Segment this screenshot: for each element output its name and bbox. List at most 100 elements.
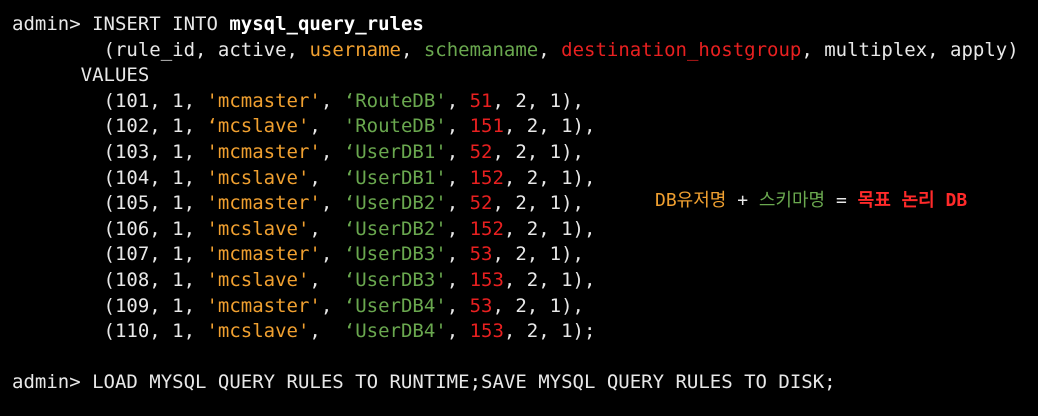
row-suffix: , 2, 1), xyxy=(492,294,584,317)
row-hostgroup: 151 xyxy=(469,115,504,138)
annotation-target-db: 목표 논리 DB xyxy=(857,190,968,211)
row-suffix: , 2, 1); xyxy=(503,320,596,343)
row-hostgroup: 152 xyxy=(469,166,504,189)
row-separator: , xyxy=(309,166,344,189)
row-separator: , xyxy=(446,166,470,189)
row-suffix: , 2, 1), xyxy=(503,166,596,189)
row-separator: , xyxy=(446,294,470,317)
row-username: 'mcslave' xyxy=(206,268,310,291)
column-destination-hostgroup: destination_hostgroup xyxy=(561,38,802,61)
values-row: (108, 1, 'mcslave', ‘UserDB3', 153, 2, 1… xyxy=(12,268,1032,294)
row-schemaname: 'RouteDB' xyxy=(343,115,447,138)
row-separator: , xyxy=(320,192,344,215)
row-suffix: , 2, 1), xyxy=(492,89,584,112)
row-schemaname: ‘UserDB1' xyxy=(343,166,447,189)
column-list-start: rule_id, active, xyxy=(114,38,310,61)
row-username: 'mcslave' xyxy=(206,166,310,189)
row-separator: , xyxy=(320,294,344,317)
row-separator: , xyxy=(446,268,470,291)
annotation-db-user: DB유저명 xyxy=(655,190,727,211)
row-schemaname: ‘UserDB2' xyxy=(343,217,447,240)
separator: , xyxy=(400,38,424,61)
row-separator: , xyxy=(320,89,344,112)
row-prefix: (105, 1, xyxy=(12,192,207,215)
load-command-line: admin> LOAD MYSQL QUERY RULES TO RUNTIME… xyxy=(12,370,1032,396)
annotation-plus: + xyxy=(726,190,759,211)
row-hostgroup: 52 xyxy=(469,140,493,163)
row-hostgroup: 51 xyxy=(469,89,493,112)
columns-line: (rule_id, active, username, schemaname , … xyxy=(12,38,1032,64)
column-username: username xyxy=(309,38,401,61)
row-separator: , xyxy=(320,140,344,163)
row-separator: , xyxy=(446,89,470,112)
row-separator: , xyxy=(446,115,470,138)
row-username: 'mcslave' xyxy=(206,320,310,343)
row-prefix: (102, 1, xyxy=(12,115,207,138)
values-row: (103, 1, 'mcmaster', ‘UserDB1', 52, 2, 1… xyxy=(12,140,1032,166)
row-hostgroup: 53 xyxy=(469,294,493,317)
prompt: admin> xyxy=(12,371,93,394)
row-separator: , xyxy=(446,320,470,343)
row-suffix: , 2, 1), xyxy=(492,243,584,266)
separator: , xyxy=(538,38,562,61)
column-schemaname: schemaname xyxy=(423,38,539,61)
row-separator: , xyxy=(309,268,344,291)
row-hostgroup: 153 xyxy=(469,320,504,343)
column-list-end: , multiplex, apply) xyxy=(801,38,1019,61)
row-schemaname: ‘UserDB3' xyxy=(343,243,447,266)
row-separator: , xyxy=(446,217,470,240)
row-prefix: (103, 1, xyxy=(12,140,207,163)
row-separator: , xyxy=(446,140,470,163)
row-separator: , xyxy=(309,320,344,343)
row-schemaname: ‘UserDB4' xyxy=(343,320,447,343)
load-save-command: LOAD MYSQL QUERY RULES TO RUNTIME;SAVE M… xyxy=(92,371,836,394)
row-prefix: (110, 1, xyxy=(12,320,207,343)
row-schemaname: ‘RouteDB' xyxy=(343,89,447,112)
row-suffix: , 2, 1), xyxy=(492,140,584,163)
row-schemaname: ‘UserDB2' xyxy=(343,192,447,215)
row-hostgroup: 152 xyxy=(469,217,504,240)
row-prefix: (107, 1, xyxy=(12,243,207,266)
values-row: (110, 1, 'mcslave', ‘UserDB4', 153, 2, 1… xyxy=(12,319,1032,345)
row-suffix: , 2, 1), xyxy=(503,268,596,291)
annotation-equals: = xyxy=(825,190,858,211)
values-row: (106, 1, 'mcslave', ‘UserDB2', 152, 2, 1… xyxy=(12,217,1032,243)
row-prefix: (104, 1, xyxy=(12,166,207,189)
row-separator: , xyxy=(309,115,344,138)
values-row: (107, 1, 'mcmaster', ‘UserDB3', 53, 2, 1… xyxy=(12,242,1032,268)
row-prefix: (109, 1, xyxy=(12,294,207,317)
row-suffix: , 2, 1), xyxy=(503,115,596,138)
row-schemaname: ‘UserDB1' xyxy=(343,140,447,163)
row-username: 'mcmaster' xyxy=(206,140,321,163)
row-username: 'mcmaster' xyxy=(206,243,321,266)
row-suffix: , 2, 1), xyxy=(503,217,596,240)
row-username: 'mcslave' xyxy=(206,217,310,240)
paren: ( xyxy=(103,38,115,61)
row-separator: , xyxy=(320,243,344,266)
table-name: mysql_query_rules xyxy=(229,13,424,35)
values-rows: (101, 1, 'mcmaster', ‘RouteDB', 51, 2, 1… xyxy=(12,89,1032,345)
row-username: 'mcmaster' xyxy=(206,89,321,112)
row-username: 'mcmaster' xyxy=(206,294,321,317)
annotation-formula: DB유저명 + 스키마명 = 목표 논리 DB xyxy=(655,188,967,214)
row-prefix: (106, 1, xyxy=(12,217,207,240)
prompt: admin> xyxy=(12,13,93,35)
insert-command-line: admin> INSERT INTO mysql_query_rules xyxy=(12,12,1032,38)
row-prefix: (108, 1, xyxy=(12,268,207,291)
row-hostgroup: 153 xyxy=(469,268,504,291)
row-separator: , xyxy=(446,243,470,266)
values-row: (101, 1, 'mcmaster', ‘RouteDB', 51, 2, 1… xyxy=(12,89,1032,115)
annotation-schema-name: 스키마명 xyxy=(758,190,826,211)
row-username: 'mcmaster' xyxy=(206,192,321,215)
row-schemaname: ‘UserDB3' xyxy=(343,268,447,291)
values-row: (102, 1, ‘mcslave', 'RouteDB', 151, 2, 1… xyxy=(12,114,1032,140)
row-suffix: , 2, 1), xyxy=(492,192,584,215)
row-separator: , xyxy=(309,217,344,240)
row-prefix: (101, 1, xyxy=(12,89,207,112)
row-hostgroup: 52 xyxy=(469,192,493,215)
row-hostgroup: 53 xyxy=(469,243,493,266)
insert-keyword: INSERT INTO xyxy=(92,13,230,35)
row-separator: , xyxy=(446,192,470,215)
